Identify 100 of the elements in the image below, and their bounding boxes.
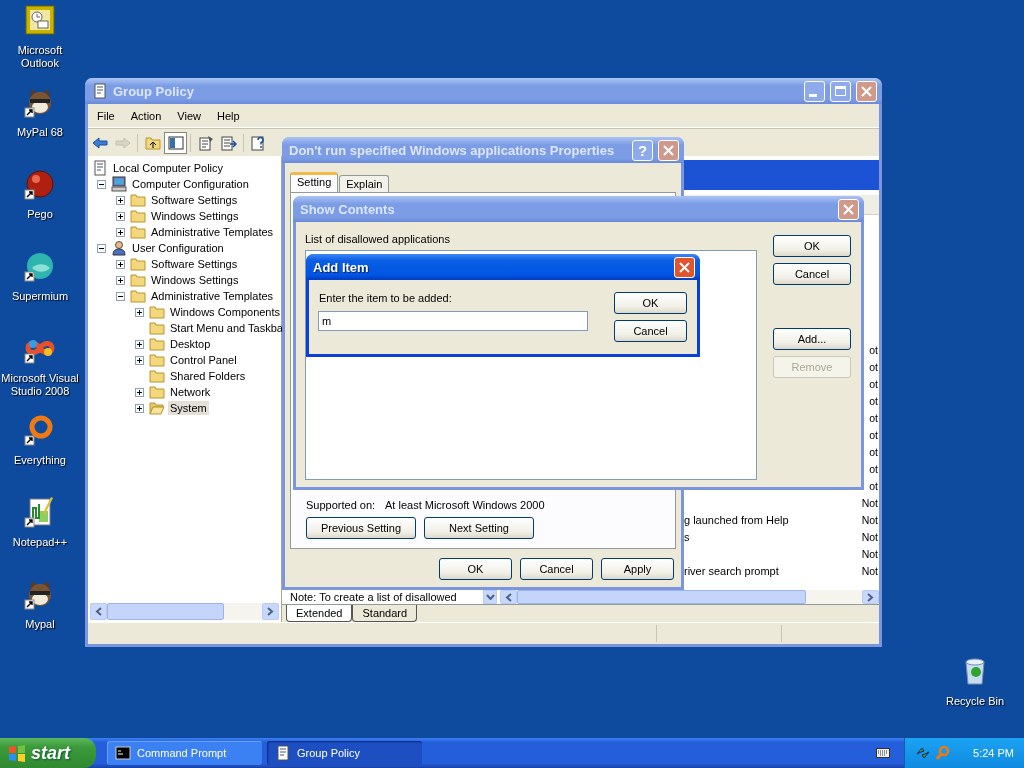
close-button[interactable] bbox=[674, 256, 695, 278]
dialog-button[interactable]: Cancel bbox=[520, 558, 593, 580]
folder-icon bbox=[149, 352, 165, 368]
horizontal-scrollbar[interactable] bbox=[500, 590, 879, 604]
collapse-toggle[interactable] bbox=[116, 291, 125, 301]
dialog-button[interactable]: Apply bbox=[601, 558, 674, 580]
policy-state: Not bbox=[861, 564, 879, 577]
tree-item[interactable]: Start Menu and Taskba bbox=[168, 321, 285, 335]
disc-icon[interactable] bbox=[24, 250, 56, 282]
list-label: List of disallowed applications bbox=[305, 233, 451, 245]
dialog-button[interactable]: OK bbox=[439, 558, 512, 580]
tree-item[interactable]: User Configuration bbox=[130, 241, 226, 255]
tree-item[interactable]: Windows Settings bbox=[149, 273, 241, 287]
view-tab[interactable]: Standard bbox=[352, 605, 418, 622]
scroll-down-button[interactable] bbox=[483, 590, 497, 604]
icon-label[interactable]: Everything bbox=[14, 454, 66, 467]
view-tab[interactable]: Extended bbox=[286, 605, 353, 622]
dialog-button[interactable]: OK bbox=[614, 292, 687, 314]
icon-label[interactable]: Microsoft Visual Studio 2008 bbox=[0, 372, 80, 398]
tab[interactable]: Setting bbox=[290, 172, 339, 192]
folder-icon bbox=[130, 272, 146, 288]
policy-state: Not bbox=[861, 547, 879, 560]
policy-state: Not bbox=[861, 513, 879, 526]
tree-item[interactable]: Administrative Templates bbox=[149, 225, 276, 239]
expand-toggle[interactable] bbox=[135, 387, 144, 397]
mail-icon[interactable] bbox=[24, 4, 56, 36]
tree-item[interactable]: Administrative Templates bbox=[149, 289, 276, 303]
icon-label[interactable]: Notepad++ bbox=[12, 536, 68, 549]
taskbar-button[interactable]: Command Prompt bbox=[107, 741, 262, 765]
taskbar-button[interactable]: Group Policy bbox=[267, 741, 422, 765]
sphere-icon[interactable] bbox=[24, 168, 56, 200]
expand-toggle[interactable] bbox=[116, 275, 125, 285]
folder-icon bbox=[130, 224, 146, 240]
policy-state: ot bbox=[869, 428, 879, 441]
export-list-icon bbox=[220, 134, 237, 151]
folder-icon bbox=[130, 192, 146, 208]
dialog-button[interactable]: Cancel bbox=[773, 263, 851, 285]
tree-item[interactable]: Windows Components bbox=[168, 305, 283, 319]
folder-icon bbox=[149, 336, 165, 352]
console-icon bbox=[115, 745, 131, 761]
menu-item[interactable]: File bbox=[89, 109, 123, 122]
expand-toggle[interactable] bbox=[116, 195, 125, 205]
icon-label[interactable]: MyPal 68 bbox=[17, 126, 63, 139]
expand-toggle[interactable] bbox=[116, 227, 125, 237]
collapse-toggle[interactable] bbox=[97, 179, 106, 189]
dialog-button[interactable]: OK bbox=[773, 235, 851, 257]
tab[interactable]: Explain bbox=[339, 175, 390, 192]
text-field[interactable]: m bbox=[318, 311, 588, 331]
horizontal-scrollbar[interactable] bbox=[90, 603, 279, 620]
menu-item[interactable]: Help bbox=[208, 109, 248, 122]
policy-state: ot bbox=[869, 377, 879, 390]
flag-icon bbox=[8, 744, 26, 762]
menu-item[interactable]: Action bbox=[122, 109, 170, 122]
tree-item[interactable]: Desktop bbox=[168, 337, 213, 351]
policy-state: ot bbox=[869, 411, 879, 424]
start-button[interactable]: start bbox=[0, 738, 96, 768]
dialog-button[interactable]: Cancel bbox=[614, 320, 687, 342]
keyboard-icon[interactable] bbox=[876, 748, 890, 758]
nav-button[interactable]: Next Setting bbox=[424, 517, 534, 539]
tree-item[interactable]: Shared Folders bbox=[168, 369, 248, 383]
nav-button[interactable]: Previous Setting bbox=[306, 517, 416, 539]
dialog-button[interactable]: Add... bbox=[773, 328, 851, 350]
icon-label[interactable]: Supermium bbox=[11, 290, 69, 303]
folder-icon bbox=[130, 208, 146, 224]
tree-item[interactable]: Computer Configuration bbox=[130, 177, 251, 191]
open-folder-icon bbox=[149, 400, 165, 416]
folder-icon bbox=[149, 384, 165, 400]
icon-label[interactable]: Recycle Bin bbox=[945, 695, 1005, 708]
up-folder-icon bbox=[144, 134, 161, 151]
icon-label[interactable]: Pego bbox=[27, 208, 53, 221]
user-icon bbox=[111, 240, 127, 256]
icon-label[interactable]: Microsoft Outlook bbox=[0, 44, 80, 70]
policy-state: ot bbox=[869, 445, 879, 458]
policy-name: g launched from Help bbox=[684, 513, 790, 526]
close-icon bbox=[663, 144, 674, 156]
policy-icon bbox=[275, 745, 291, 761]
policy-state: ot bbox=[869, 462, 879, 475]
close-icon bbox=[679, 261, 690, 273]
tree-item[interactable]: Windows Settings bbox=[149, 209, 241, 223]
notepad-icon[interactable] bbox=[24, 496, 56, 528]
tree-item[interactable]: Software Settings bbox=[149, 193, 240, 207]
pane-button[interactable] bbox=[164, 131, 187, 154]
policy-state: ot bbox=[869, 360, 879, 373]
tree-item[interactable]: Control Panel bbox=[168, 353, 239, 367]
menu-item[interactable]: View bbox=[169, 109, 209, 122]
tree-item[interactable]: Network bbox=[168, 385, 213, 399]
expand-toggle[interactable] bbox=[116, 259, 125, 269]
tree-item[interactable]: System bbox=[168, 401, 209, 415]
collapse-toggle[interactable] bbox=[97, 243, 106, 253]
tree-item[interactable]: Software Settings bbox=[149, 257, 240, 271]
expand-toggle[interactable] bbox=[135, 355, 144, 365]
policy-state: Not bbox=[861, 496, 879, 509]
expand-toggle[interactable] bbox=[135, 403, 144, 413]
icon-label[interactable]: Mypal bbox=[25, 618, 55, 631]
folder-icon bbox=[149, 368, 165, 384]
arrows-icon[interactable] bbox=[915, 745, 931, 761]
expand-toggle[interactable] bbox=[135, 307, 144, 317]
expand-toggle[interactable] bbox=[135, 339, 144, 349]
expand-toggle[interactable] bbox=[116, 211, 125, 221]
tree-item[interactable]: Local Computer Policy bbox=[111, 161, 226, 175]
